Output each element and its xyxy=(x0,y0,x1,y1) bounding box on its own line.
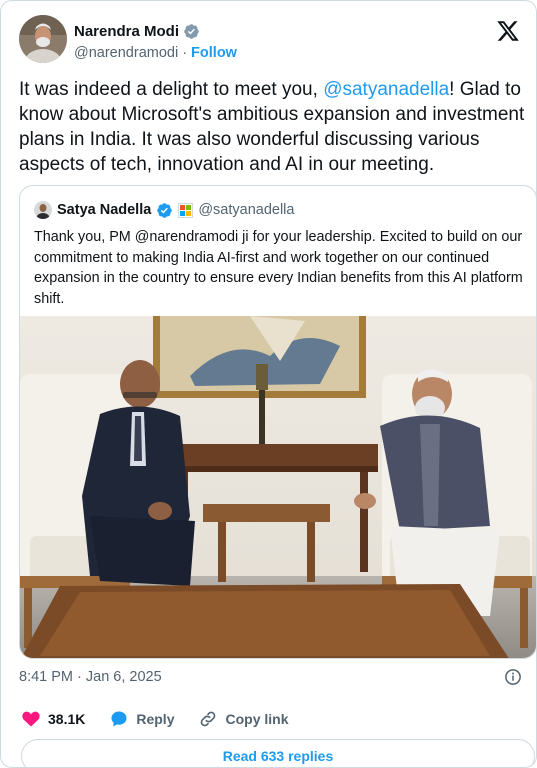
like-button[interactable]: 38.1K xyxy=(21,709,85,729)
link-icon xyxy=(201,711,216,727)
info-icon[interactable] xyxy=(504,668,522,686)
separator-dot: · xyxy=(182,45,188,61)
meeting-photo[interactable] xyxy=(20,316,537,659)
quote-text: Thank you, PM @narendramodi ji for your … xyxy=(34,229,523,307)
quote-author-avatar xyxy=(34,201,52,219)
copy-link-label: Copy link xyxy=(225,711,289,727)
author-name[interactable]: Narendra Modi xyxy=(74,23,179,40)
tweet-text-start: It was indeed a delight to meet you, xyxy=(19,79,324,100)
verified-badge-icon xyxy=(157,202,173,218)
verified-badge-icon xyxy=(184,24,199,39)
tweet-text: It was indeed a delight to meet you, @sa… xyxy=(19,77,529,177)
author-handle[interactable]: @narendramodi xyxy=(74,45,178,61)
read-replies-button[interactable]: Read 633 replies xyxy=(21,739,535,767)
follow-button[interactable]: Follow xyxy=(191,45,237,61)
heart-icon xyxy=(22,711,40,727)
microsoft-badge-icon xyxy=(178,202,194,218)
author-avatar[interactable] xyxy=(19,15,67,63)
quote-author-handle: @satyanadella xyxy=(198,202,295,218)
quote-author-name: Satya Nadella xyxy=(57,202,152,218)
tweet-card: Narendra Modi @narendramodi · Follow It … xyxy=(0,0,537,768)
x-logo-icon[interactable] xyxy=(496,19,520,43)
tweet-actions: 38.1K Reply Copy link xyxy=(21,707,313,731)
quoted-tweet[interactable]: Satya Nadella @satyanadella Thank you, P… xyxy=(19,185,537,659)
mention-link[interactable]: @satyanadella xyxy=(323,79,449,100)
reply-label: Reply xyxy=(136,711,175,727)
tweet-timestamp[interactable]: 8:41 PM · Jan 6, 2025 xyxy=(19,669,162,685)
reply-button[interactable]: Reply xyxy=(109,709,174,729)
copy-link-button[interactable]: Copy link xyxy=(198,709,289,729)
like-count: 38.1K xyxy=(48,711,86,727)
tweet-header: Narendra Modi @narendramodi · Follow xyxy=(19,15,522,65)
reply-bubble-icon xyxy=(111,711,127,727)
